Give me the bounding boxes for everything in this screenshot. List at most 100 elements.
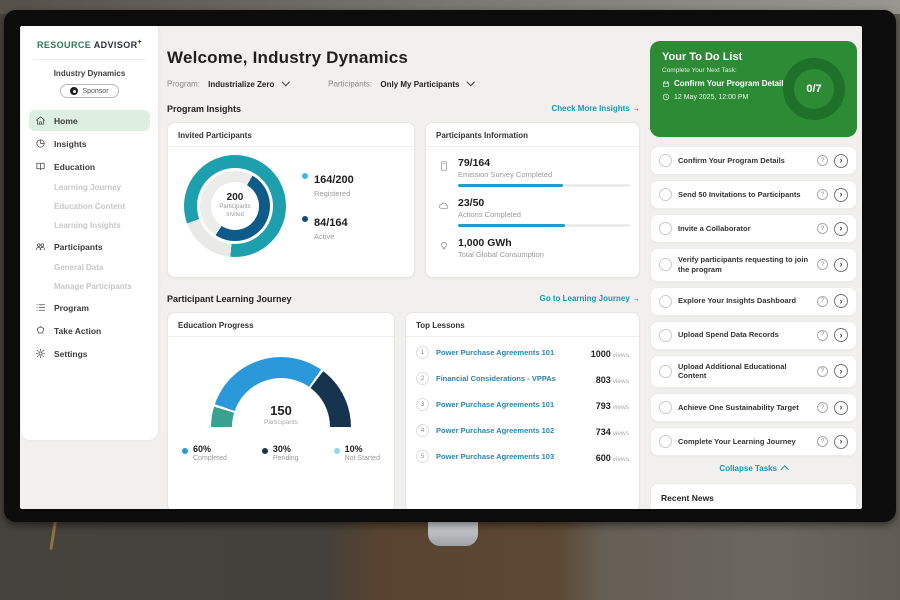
lesson-link[interactable]: Power Purchase Agreements 101: [436, 400, 589, 409]
dashboard-screen: RESOURCE ADVISOR+ Industry Dynamics Spon…: [20, 26, 862, 509]
lesson-link[interactable]: Power Purchase Agreements 101: [436, 348, 584, 357]
org-name: Industry Dynamics: [21, 69, 158, 78]
todo-panel: Your To Do List Complete Your Next Task:…: [650, 26, 857, 509]
donut-legend: 164/200 Registered 84/164 Active: [302, 170, 354, 241]
sidebar-item-label: Participants: [54, 242, 103, 252]
sponsor-label: Sponsor: [82, 88, 108, 95]
help-icon[interactable]: ?: [817, 330, 828, 341]
program-filter[interactable]: Program: Industrialize Zero: [167, 79, 288, 89]
take-action-icon: [35, 325, 46, 336]
task-checkbox[interactable]: [659, 329, 672, 342]
todo-task[interactable]: Confirm Your Program Details ? ›: [650, 146, 857, 175]
task-go-button[interactable]: ›: [834, 258, 848, 272]
program-insights-title: Program Insights: [167, 104, 241, 114]
card-title: Participants Information: [426, 123, 639, 147]
todo-task[interactable]: Upload Spend Data Records ? ›: [650, 321, 857, 350]
participants-filter-value: Only My Participants: [380, 80, 459, 89]
task-checkbox[interactable]: [659, 188, 672, 201]
todo-task[interactable]: Complete Your Learning Journey ? ›: [650, 427, 857, 456]
survey-icon: [438, 160, 450, 172]
task-checkbox[interactable]: [659, 258, 672, 271]
go-to-learning-journey-link[interactable]: Go to Learning Journey →: [540, 294, 640, 303]
collapse-tasks-link[interactable]: Collapse Tasks: [650, 464, 857, 473]
help-icon[interactable]: ?: [817, 366, 828, 377]
task-datetime: 12 May 2025, 12:00 PM: [674, 94, 748, 101]
info-row-survey: 79/164 Emission Survey Completed: [426, 157, 639, 187]
sidebar-item-education-content[interactable]: Education Content: [29, 198, 150, 215]
program-insights-header: Program Insights Check More Insights →: [167, 104, 640, 114]
check-more-insights-link[interactable]: Check More Insights →: [552, 104, 640, 113]
help-icon[interactable]: ?: [817, 155, 828, 166]
help-icon[interactable]: ?: [817, 189, 828, 200]
task-checkbox[interactable]: [659, 365, 672, 378]
lesson-row: 4 Power Purchase Agreements 102 734views: [406, 418, 639, 444]
task-go-button[interactable]: ›: [834, 154, 848, 168]
todo-progress-ring: 0/7: [783, 58, 845, 120]
task-go-button[interactable]: ›: [834, 364, 848, 378]
help-icon[interactable]: ?: [817, 259, 828, 270]
chevron-down-icon: [281, 78, 289, 86]
task-label: Upload Spend Data Records: [678, 330, 811, 340]
recent-news-card: Recent News: [650, 483, 857, 509]
task-go-button[interactable]: ›: [834, 294, 848, 308]
task-go-button[interactable]: ›: [834, 328, 848, 342]
sidebar-item-settings[interactable]: Settings: [29, 343, 150, 364]
todo-task[interactable]: Verify participants requesting to join t…: [650, 248, 857, 282]
sidebar-item-manage-participants[interactable]: Manage Participants: [29, 278, 150, 295]
legend-dot: [302, 216, 308, 222]
sponsor-badge[interactable]: Sponsor: [60, 84, 118, 98]
help-icon[interactable]: ?: [817, 223, 828, 234]
task-go-button[interactable]: ›: [834, 435, 848, 449]
task-label: Verify participants requesting to join t…: [678, 255, 811, 275]
sidebar-item-take-action[interactable]: Take Action: [29, 320, 150, 341]
todo-progress-value: 0/7: [806, 83, 821, 95]
task-checkbox[interactable]: [659, 401, 672, 414]
todo-task[interactable]: Upload Additional Educational Content ? …: [650, 355, 857, 389]
sidebar-item-home[interactable]: Home: [29, 110, 150, 131]
sidebar-item-label: Education: [54, 162, 95, 172]
recent-news-title: Recent News: [661, 493, 846, 503]
sidebar-item-program[interactable]: Program: [29, 297, 150, 318]
card-title: Invited Participants: [168, 123, 414, 147]
help-icon[interactable]: ?: [817, 296, 828, 307]
app-logo: RESOURCE ADVISOR+: [21, 39, 158, 50]
sidebar-item-education[interactable]: Education: [29, 156, 150, 177]
lightbulb-icon: [438, 240, 450, 252]
task-go-button[interactable]: ›: [834, 401, 848, 415]
task-checkbox[interactable]: [659, 435, 672, 448]
task-go-button[interactable]: ›: [834, 188, 848, 202]
legend-registered: 164/200 Registered: [302, 170, 354, 198]
task-checkbox[interactable]: [659, 154, 672, 167]
info-row-consumption: 1,000 GWh Total Global Consumption: [426, 237, 639, 259]
logo-plus: +: [138, 39, 143, 46]
legend-dot: [302, 173, 308, 179]
sidebar-item-learning-journey[interactable]: Learning Journey: [29, 179, 150, 196]
help-icon[interactable]: ?: [817, 436, 828, 447]
sidebar-item-general-data[interactable]: General Data: [29, 259, 150, 276]
chevron-up-icon: [781, 465, 789, 473]
main-content: Welcome, Industry Dynamics Program: Indu…: [167, 26, 640, 491]
task-go-button[interactable]: ›: [834, 222, 848, 236]
collapse-label: Collapse Tasks: [719, 464, 777, 473]
sidebar-item-participants[interactable]: Participants: [29, 236, 150, 257]
help-icon[interactable]: ?: [817, 402, 828, 413]
rank-badge: 2: [416, 372, 429, 385]
lesson-link[interactable]: Power Purchase Agreements 102: [436, 426, 589, 435]
sidebar-item-learning-insights[interactable]: Learning Insights: [29, 217, 150, 234]
lesson-link[interactable]: Financial Considerations - VPPAs: [436, 374, 589, 383]
task-label: Send 50 Invitations to Participants: [678, 190, 811, 200]
task-label: Achieve One Sustainability Target: [678, 403, 811, 413]
top-lessons-card: Top Lessons 1 Power Purchase Agreements …: [405, 312, 640, 510]
task-checkbox[interactable]: [659, 295, 672, 308]
link-label: Check More Insights: [552, 104, 630, 113]
lesson-link[interactable]: Power Purchase Agreements 103: [436, 452, 589, 461]
legend-dot: [334, 448, 340, 454]
task-checkbox[interactable]: [659, 222, 672, 235]
todo-task[interactable]: Invite a Collaborator ? ›: [650, 214, 857, 243]
todo-task[interactable]: Send 50 Invitations to Participants ? ›: [650, 180, 857, 209]
todo-task[interactable]: Achieve One Sustainability Target ? ›: [650, 393, 857, 422]
card-title: Top Lessons: [406, 313, 639, 337]
participants-filter[interactable]: Participants: Only My Participants: [328, 79, 473, 89]
todo-task[interactable]: Explore Your Insights Dashboard ? ›: [650, 287, 857, 316]
sidebar-item-insights[interactable]: Insights: [29, 133, 150, 154]
